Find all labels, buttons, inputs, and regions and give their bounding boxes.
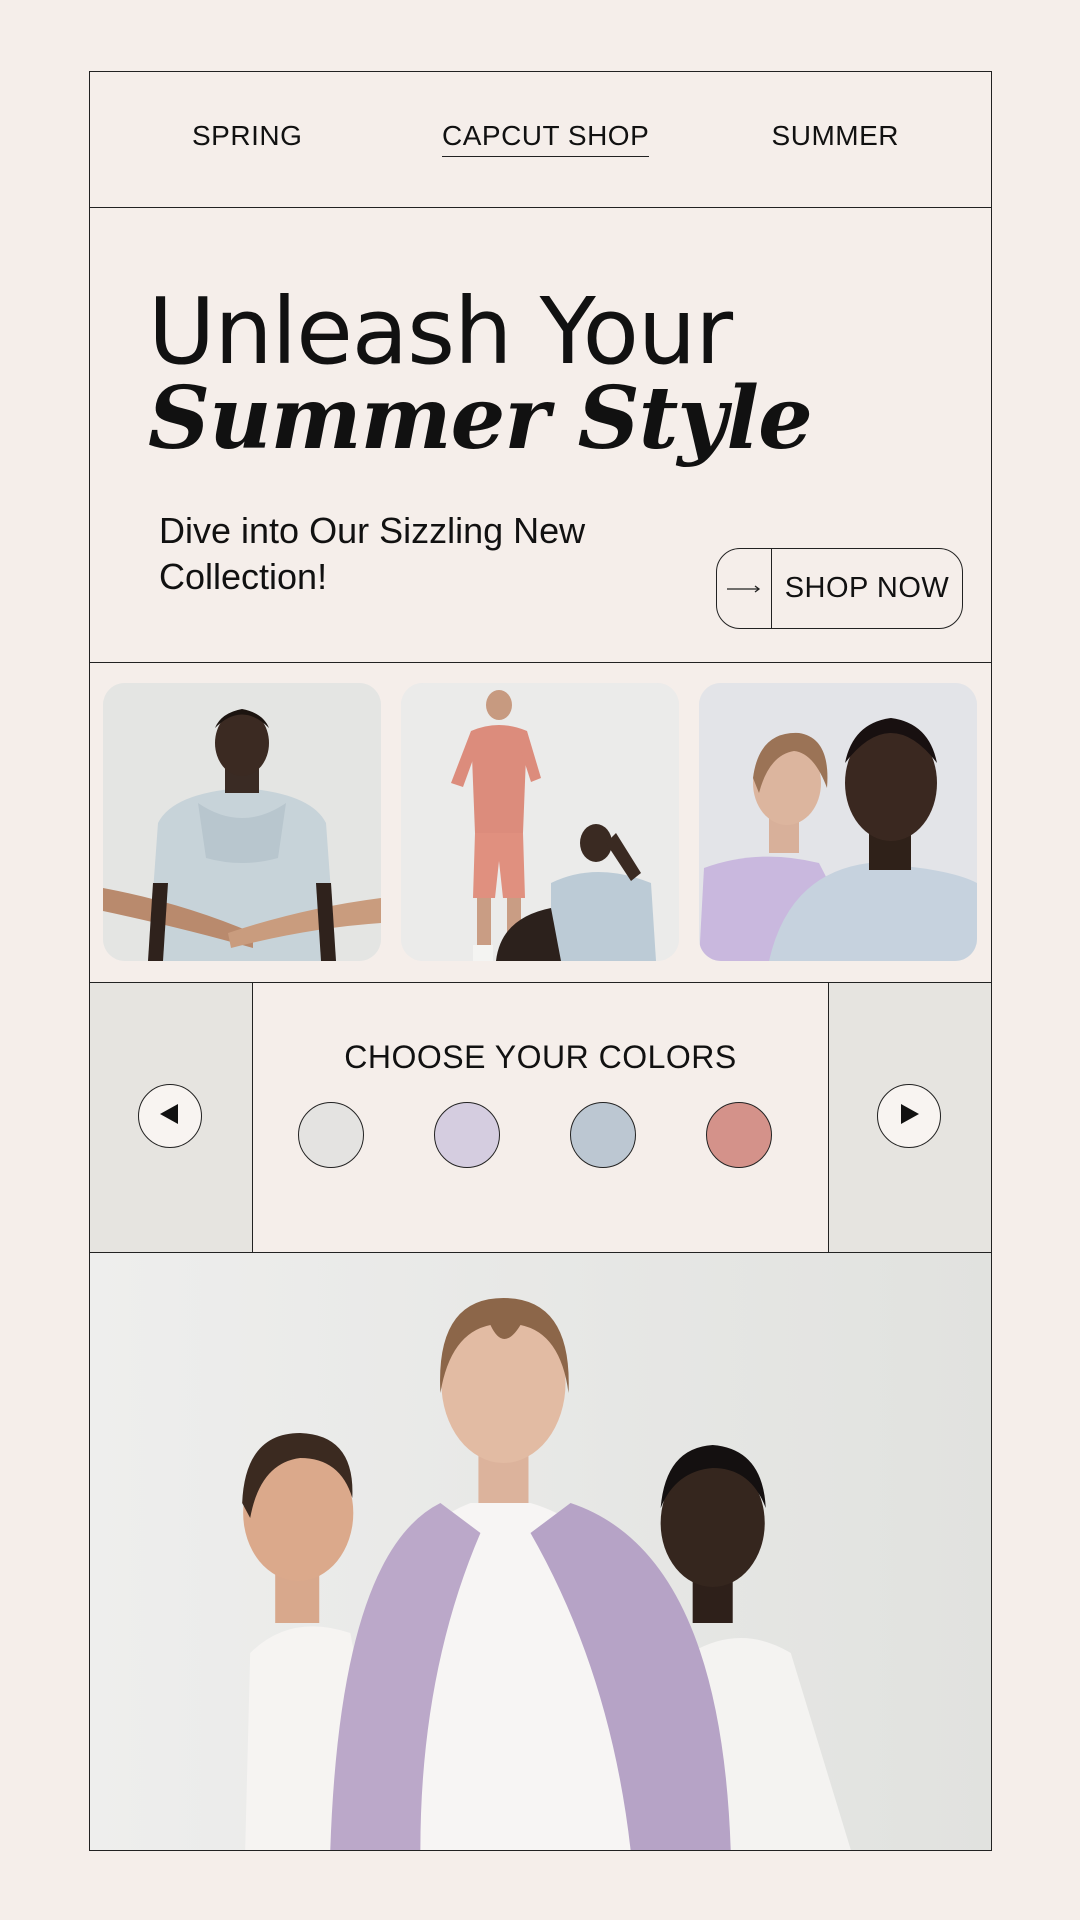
- triangle-left-icon: [158, 1102, 182, 1131]
- shop-now-label: SHOP NOW: [784, 572, 950, 604]
- swatch-dusty-coral[interactable]: [706, 1102, 772, 1168]
- picker-right-panel: [828, 983, 991, 1252]
- gallery-image-3[interactable]: [699, 683, 977, 961]
- picker-left-panel: [90, 983, 253, 1252]
- nav-item-spring[interactable]: SPRING: [192, 120, 302, 152]
- hero-subtitle: Dive into Our Sizzling New Collection!: [159, 510, 586, 597]
- arrow-right-icon: [717, 549, 772, 628]
- hero-headline-line2: Summer Style: [148, 368, 813, 469]
- picker-title: CHOOSE YOUR COLORS: [344, 1039, 737, 1075]
- gallery-row: [90, 663, 991, 983]
- next-button[interactable]: [877, 1084, 941, 1148]
- color-picker: CHOOSE YOUR COLORS: [90, 983, 991, 1253]
- hero-headline-line1: Unleash Your: [148, 278, 733, 385]
- top-nav: SPRING CAPCUT SHOP SUMMER: [90, 72, 991, 208]
- triangle-right-icon: [897, 1102, 921, 1131]
- swatch-light-blue-gray[interactable]: [570, 1102, 636, 1168]
- swatch-lavender[interactable]: [434, 1102, 500, 1168]
- prev-button[interactable]: [138, 1084, 202, 1148]
- swatch-light-gray[interactable]: [298, 1102, 364, 1168]
- nav-item-summer[interactable]: SUMMER: [772, 120, 899, 152]
- featured-photo: [90, 1253, 991, 1850]
- page-frame: SPRING CAPCUT SHOP SUMMER Unleash Your S…: [89, 71, 992, 1851]
- shop-now-button[interactable]: SHOP NOW: [716, 548, 963, 629]
- hero-section: Unleash Your Summer Style Dive into Our …: [90, 208, 991, 663]
- gallery-image-1[interactable]: [103, 683, 381, 961]
- gallery-image-2[interactable]: [401, 683, 679, 961]
- nav-item-capcut-shop[interactable]: CAPCUT SHOP: [442, 120, 650, 157]
